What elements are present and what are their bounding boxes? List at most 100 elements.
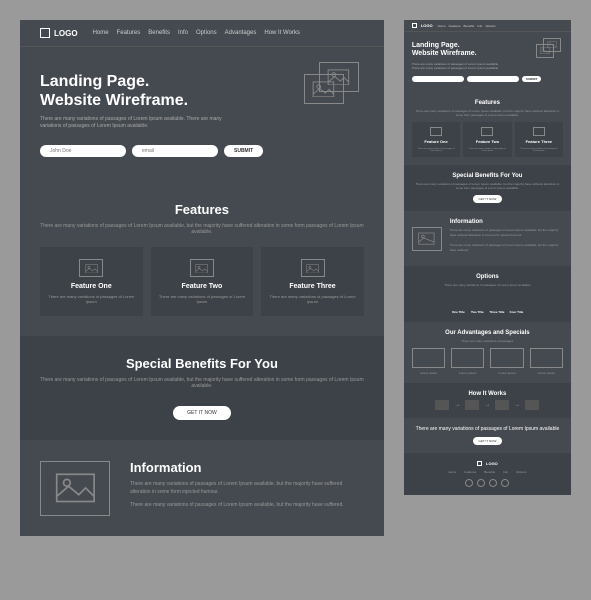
logo-text: LOGO — [54, 29, 78, 38]
feature-desc: There are many variations of passages of… — [269, 294, 356, 304]
feature-card[interactable]: Feature OneThere are many variations of … — [412, 122, 460, 157]
image-placeholder-icon — [430, 127, 442, 136]
footer-links: HomeFeaturesBenefitsInfoOptions — [412, 470, 563, 474]
feature-desc: There are many variations of passages of… — [48, 294, 135, 304]
social-icon[interactable] — [489, 479, 497, 487]
social-icons — [412, 479, 563, 487]
features-title: Features — [40, 202, 364, 217]
feature-card[interactable]: Feature Two There are many variations of… — [151, 247, 254, 316]
image-placeholder-icon — [412, 227, 442, 251]
social-icon[interactable] — [477, 479, 485, 487]
hero: Landing Page.Website Wireframe. There ar… — [20, 47, 384, 182]
arrow-icon: → — [514, 402, 520, 408]
thumbnail-wireframe: LOGO HomeFeaturesBenefitsInfoOptions Lan… — [404, 20, 571, 495]
nav-advantages[interactable]: Advantages — [225, 30, 257, 36]
info-paragraph: There are many variations of passages of… — [130, 481, 364, 496]
option-item[interactable]: One Title — [451, 292, 465, 314]
benefits-title: Special Benefits For You — [40, 356, 364, 371]
social-icon[interactable] — [465, 479, 473, 487]
image-placeholder-icon — [190, 259, 214, 277]
feature-card[interactable]: Feature Three There are many variations … — [261, 247, 364, 316]
option-item[interactable]: Four Title — [509, 292, 523, 314]
step-box — [495, 400, 509, 410]
image-placeholder-icon — [490, 348, 523, 368]
name-input[interactable] — [40, 145, 126, 157]
circle-icon — [490, 292, 504, 306]
navbar: LOGO Home Features Benefits Info Options… — [20, 20, 384, 47]
image-placeholder-icon — [536, 44, 554, 58]
information-section: InformationThere are many variations of … — [404, 211, 571, 266]
cta-button[interactable]: GET IT NOW — [473, 437, 503, 445]
arrow-icon: → — [454, 402, 460, 408]
feature-card[interactable]: Feature ThreeThere are many variations o… — [515, 122, 563, 157]
main-wireframe: LOGO Home Features Benefits Info Options… — [20, 20, 384, 536]
nav-info[interactable]: Info — [178, 30, 188, 36]
feature-card[interactable]: Feature One There are many variations of… — [40, 247, 143, 316]
step-box — [435, 400, 449, 410]
email-input[interactable] — [467, 76, 519, 82]
cta-button[interactable]: GET IT NOW — [473, 195, 503, 203]
benefits-cta-button[interactable]: GET IT NOW — [173, 406, 231, 420]
circle-icon — [470, 292, 484, 306]
nav-how[interactable]: How It Works — [264, 30, 300, 36]
info-title: Information — [130, 460, 364, 475]
feature-title: Feature One — [48, 283, 135, 290]
circle-icon — [451, 292, 465, 306]
nav-options[interactable]: Options — [196, 30, 217, 36]
benefits-subtitle: There are many variations of passages of… — [40, 377, 364, 389]
image-placeholder-icon — [40, 461, 110, 516]
footer: LOGO HomeFeaturesBenefitsInfoOptions — [404, 453, 571, 495]
feature-card[interactable]: Feature TwoThere are many variations of … — [463, 122, 511, 157]
cta-section: There are many variations of passages of… — [404, 418, 571, 453]
image-placeholder-icon — [304, 74, 344, 104]
circle-icon — [509, 292, 523, 306]
option-item[interactable]: Three Title — [489, 292, 504, 314]
benefits-section: Special Benefits For You There are many … — [404, 165, 571, 211]
signup-form: SUBMIT — [40, 145, 364, 157]
option-item[interactable]: Two Title — [470, 292, 484, 314]
email-input[interactable] — [132, 145, 218, 157]
info-paragraph: There are many variations of passages of… — [130, 502, 364, 510]
nav-benefits[interactable]: Benefits — [148, 30, 170, 36]
nav-links: Home Features Benefits Info Options Adva… — [93, 30, 300, 36]
image-placeholder-icon — [481, 127, 493, 136]
hero: Landing Page.Website Wireframe. There ar… — [404, 32, 571, 92]
name-input[interactable] — [412, 76, 464, 82]
image-placeholder-icon — [79, 259, 103, 277]
arrow-icon: → — [484, 402, 490, 408]
advantage-item: Lorem ipsum — [530, 348, 563, 375]
logo-icon — [412, 23, 417, 28]
feature-cards: Feature One There are many variations of… — [40, 247, 364, 316]
feature-desc: There are many variations of passages of… — [159, 294, 246, 304]
information-section: Information There are many variations of… — [20, 440, 384, 536]
logo[interactable]: LOGO — [412, 23, 433, 28]
how-it-works-section: How It Works → → → — [404, 383, 571, 418]
signup-form: SUBMIT — [412, 76, 563, 82]
image-placeholder-icon — [530, 348, 563, 368]
feature-title: Feature Three — [269, 283, 356, 290]
advantage-item: Lorem ipsum — [412, 348, 445, 375]
logo-icon — [477, 461, 482, 466]
nav-features[interactable]: Features — [117, 30, 141, 36]
image-placeholder-icon — [412, 348, 445, 368]
logo[interactable]: LOGO — [40, 28, 78, 38]
feature-title: Feature Two — [159, 283, 246, 290]
nav-links: HomeFeaturesBenefitsInfoOptions — [438, 24, 496, 28]
options-section: Options There are many variations of pas… — [404, 266, 571, 322]
navbar: LOGO HomeFeaturesBenefitsInfoOptions — [404, 20, 571, 32]
submit-button[interactable]: SUBMIT — [224, 145, 263, 157]
step-box — [525, 400, 539, 410]
footer-logo[interactable]: LOGO — [412, 461, 563, 466]
social-icon[interactable] — [501, 479, 509, 487]
logo-icon — [40, 28, 50, 38]
image-placeholder-icon — [533, 127, 545, 136]
image-placeholder-icon — [301, 259, 325, 277]
hero-description: There are many variations of passages of… — [40, 116, 234, 130]
step-box — [465, 400, 479, 410]
advantages-section: Our Advantages and Specials There are ma… — [404, 322, 571, 383]
submit-button[interactable]: SUBMIT — [522, 76, 542, 82]
features-subtitle: There are many variations of passages of… — [40, 223, 364, 235]
features-section: Features There are many variations of pa… — [20, 182, 384, 336]
image-placeholder-icon — [451, 348, 484, 368]
nav-home[interactable]: Home — [93, 30, 109, 36]
